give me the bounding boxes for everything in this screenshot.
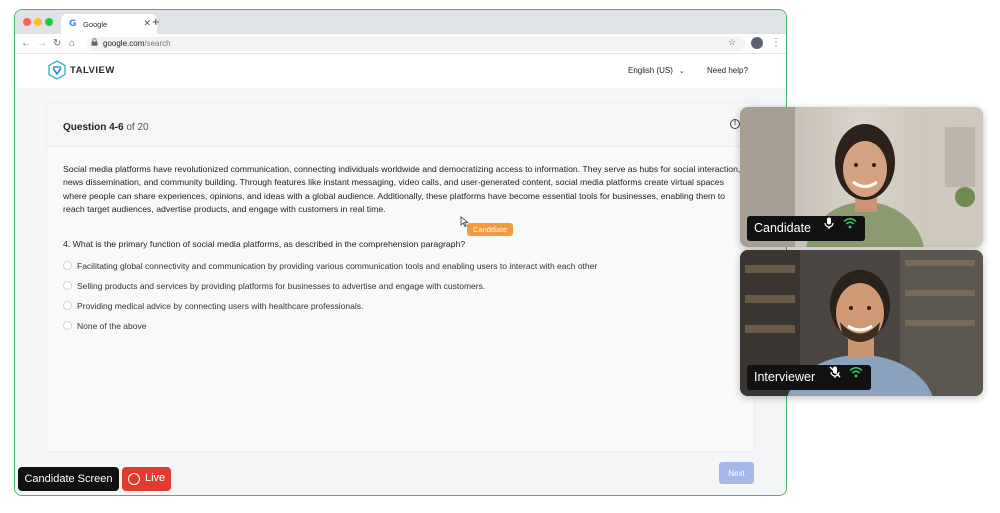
lock-icon <box>91 38 98 48</box>
candidate-screen-badge: Candidate Screen <box>18 467 119 491</box>
maximize-window-dot[interactable] <box>45 18 53 26</box>
question-card: Question 4-6 of 20 ! Social media platfo… <box>46 102 755 452</box>
question-total: of 20 <box>126 122 149 133</box>
logo-text: TALVIEW <box>70 65 115 76</box>
interviewer-video: Interviewer <box>740 250 983 396</box>
browser-tab[interactable]: G Google ✕ <box>61 14 157 34</box>
option-2[interactable]: Selling products and services by providi… <box>63 280 743 292</box>
radio-button[interactable] <box>63 261 72 270</box>
home-icon[interactable]: ⌂ <box>69 38 75 49</box>
question-header: Question 4-6 of 20 ! <box>47 103 754 147</box>
option-label: Providing medical advice by connecting u… <box>77 301 364 311</box>
option-label: Facilitating global connectivity and com… <box>77 261 598 271</box>
option-4[interactable]: None of the above <box>63 320 743 332</box>
mic-icon[interactable] <box>822 216 836 230</box>
wifi-icon <box>849 367 863 378</box>
close-icon[interactable]: ✕ <box>143 18 151 29</box>
live-badge: Live <box>122 467 171 491</box>
need-help-link[interactable]: Need help? <box>707 66 748 75</box>
bookmark-star-icon[interactable]: ☆ <box>728 37 736 48</box>
profile-avatar[interactable] <box>751 37 763 49</box>
candidate-name: Candidate <box>754 221 811 235</box>
option-label: None of the above <box>77 321 147 331</box>
cursor-tag: Canddiate <box>467 223 514 236</box>
question-title: Question 4-6 of 20 <box>63 122 149 133</box>
google-g-icon: G <box>69 19 77 29</box>
forward-arrow-icon[interactable]: → <box>37 38 47 49</box>
question-number: Question 4-6 <box>63 122 124 133</box>
chevron-down-icon: ⌄ <box>678 68 685 75</box>
reload-icon[interactable]: ↻ <box>53 38 61 49</box>
url-text: google.com/search <box>103 39 171 48</box>
radio-button[interactable] <box>63 321 72 330</box>
tab-title: Google <box>83 20 108 29</box>
new-tab-plus-icon[interactable]: + <box>152 14 160 29</box>
mic-muted-icon[interactable] <box>828 365 842 379</box>
next-button[interactable]: Next <box>719 462 754 484</box>
back-arrow-icon[interactable]: ← <box>21 38 31 49</box>
option-label: Selling products and services by providi… <box>77 281 486 291</box>
browser-window: G Google ✕ + ← → ↻ ⌂ google.com/search ☆… <box>14 9 787 496</box>
talview-logo-icon <box>48 60 66 80</box>
interviewer-label-bar: Interviewer <box>747 365 871 390</box>
minimize-window-dot[interactable] <box>34 18 42 26</box>
address-bar: ← → ↻ ⌂ google.com/search ☆ ⋮ <box>15 34 786 54</box>
radio-button[interactable] <box>63 301 72 310</box>
option-3[interactable]: Providing medical advice by connecting u… <box>63 300 743 312</box>
app-header: TALVIEW English (US) ⌄ Need help? <box>15 54 786 88</box>
option-1[interactable]: Facilitating global connectivity and com… <box>63 260 743 272</box>
question-prompt: 4. What is the primary function of socia… <box>63 239 466 249</box>
url-domain: google.com <box>103 39 145 48</box>
candidate-label-bar: Candidate <box>747 216 865 241</box>
language-label: English (US) <box>628 66 673 75</box>
tab-bar: G Google ✕ + <box>15 10 786 34</box>
language-selector[interactable]: English (US) ⌄ <box>628 66 685 75</box>
live-record-icon <box>128 473 140 485</box>
wifi-icon <box>843 218 857 229</box>
live-label: Live <box>145 472 166 484</box>
more-menu-icon[interactable]: ⋮ <box>771 37 781 48</box>
info-icon[interactable]: ! <box>730 119 740 129</box>
comprehension-passage: Social media platforms have revolutioniz… <box>63 164 741 215</box>
radio-button[interactable] <box>63 281 72 290</box>
candidate-video: Candidate <box>740 107 983 247</box>
url-field[interactable]: google.com/search <box>87 37 745 51</box>
close-window-dot[interactable] <box>23 18 31 26</box>
url-path: /search <box>144 39 171 48</box>
interviewer-name: Interviewer <box>754 370 816 384</box>
